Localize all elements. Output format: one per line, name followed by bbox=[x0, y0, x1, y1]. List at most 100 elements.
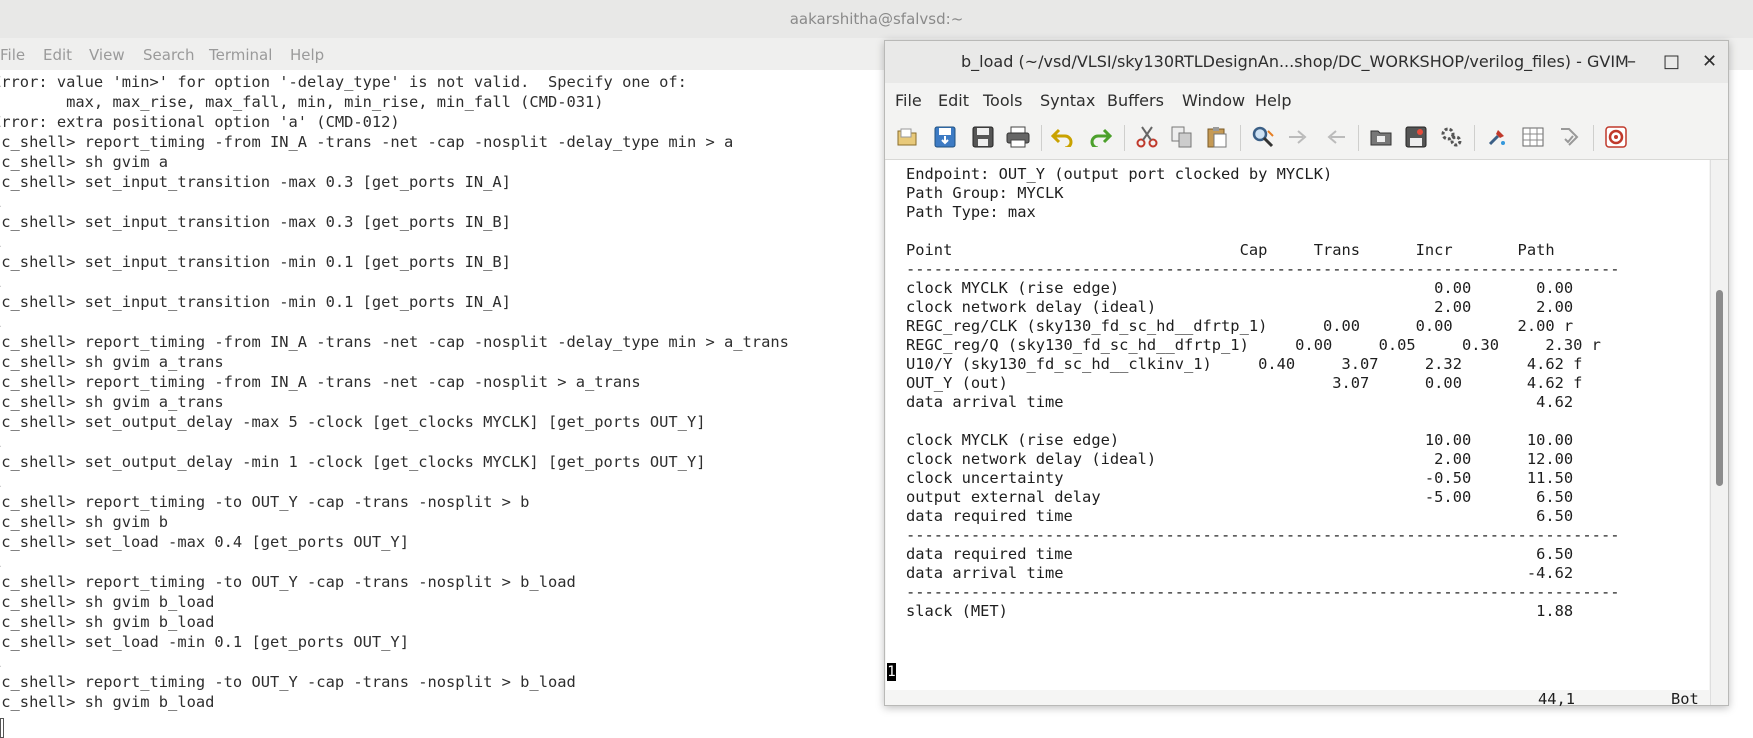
editor-line: REGC_reg/CLK (sky130_fd_sc_hd__dfrtp_1) … bbox=[906, 317, 1574, 335]
editor-line: ----------------------------------------… bbox=[906, 260, 1620, 278]
toolbar-separator bbox=[1358, 125, 1359, 151]
scroll-position: Bot bbox=[1671, 690, 1699, 708]
editor-line: Path Group: MYCLK bbox=[906, 184, 1064, 202]
gvim-menu-tools[interactable]: Tools bbox=[983, 91, 1022, 110]
editor-line: clock network delay (ideal) 2.00 2.00 bbox=[906, 298, 1574, 316]
terminal-line: 1 bbox=[0, 192, 1, 212]
terminal-line: dc_shell> report_timing -to OUT_Y -cap -… bbox=[0, 673, 576, 691]
gvim-title: b_load (~/vsd/VLSI/sky130RTLDesignAn...s… bbox=[961, 52, 1629, 71]
gvim-titlebar[interactable]: b_load (~/vsd/VLSI/sky130RTLDesignAn...s… bbox=[885, 41, 1728, 84]
toolbar-separator bbox=[1240, 125, 1241, 151]
minimize-button[interactable]: – bbox=[1627, 51, 1636, 72]
terminal-menu-terminal[interactable]: Terminal bbox=[209, 46, 272, 64]
tags-icon[interactable] bbox=[1521, 125, 1545, 149]
editor-line: slack (MET) 1.88 bbox=[906, 602, 1574, 620]
toolbar-separator bbox=[1474, 125, 1475, 151]
toolbar-separator bbox=[1593, 125, 1594, 151]
terminal-line: dc_shell> set_input_transition -max 0.3 … bbox=[0, 213, 511, 231]
terminal-line: dc_shell> sh gvim a bbox=[0, 153, 169, 171]
find-next-icon[interactable] bbox=[1287, 125, 1311, 149]
terminal-line: dc_shell> report_timing -from IN_A -tran… bbox=[0, 133, 734, 151]
terminal-menu-help[interactable]: Help bbox=[290, 46, 324, 64]
terminal-line: 1 bbox=[0, 652, 1, 672]
maximize-button[interactable]: □ bbox=[1663, 51, 1680, 72]
save-all-icon[interactable] bbox=[971, 125, 995, 149]
scrollbar-thumb[interactable] bbox=[1716, 290, 1723, 486]
gvim-menu-window[interactable]: Window bbox=[1182, 91, 1245, 110]
save-session-icon[interactable] bbox=[1404, 125, 1428, 149]
terminal-line: dc_shell> set_input_transition -max 0.3 … bbox=[0, 173, 511, 191]
terminal-line: max, max_rise, max_fall, min, min_rise, … bbox=[0, 93, 604, 111]
terminal-line: dc_shell> report_timing -to OUT_Y -cap -… bbox=[0, 573, 576, 591]
editor-line: data arrival time -4.62 bbox=[906, 564, 1574, 582]
help-icon[interactable] bbox=[1604, 125, 1628, 149]
gvim-menu-help[interactable]: Help bbox=[1255, 91, 1291, 110]
editor-line: ----------------------------------------… bbox=[906, 583, 1620, 601]
editor-line: U10/Y (sky130_fd_sc_hd__clkinv_1) 0.40 3… bbox=[906, 355, 1583, 373]
gvim-editor[interactable]: Endpoint: OUT_Y (output port clocked by … bbox=[886, 160, 1709, 708]
print-icon[interactable] bbox=[1006, 125, 1030, 149]
terminal-line: dc_shell> set_load -max 0.4 [get_ports O… bbox=[0, 533, 409, 551]
find-prev-icon[interactable] bbox=[1323, 125, 1347, 149]
toolbar-separator bbox=[1041, 125, 1042, 151]
terminal-menu-edit[interactable]: Edit bbox=[43, 46, 72, 64]
terminal-line: 1 bbox=[0, 312, 1, 332]
terminal-line: dc_shell> report_timing -to OUT_Y -cap -… bbox=[0, 493, 530, 511]
terminal-menu-view[interactable]: View bbox=[89, 46, 125, 64]
editor-line: Path Type: max bbox=[906, 203, 1036, 221]
terminal-line: 1 bbox=[0, 272, 1, 292]
terminal-line: dc_shell> sh gvim b_load bbox=[0, 613, 215, 631]
terminal-line: dc_shell> sh gvim b_load bbox=[0, 693, 215, 711]
terminal-titlebar[interactable]: aakarshitha@sfalvsd:~ bbox=[0, 0, 1753, 39]
copy-icon[interactable] bbox=[1170, 125, 1194, 149]
gvim-menubar: File Edit Tools Syntax Buffers Window He… bbox=[885, 83, 1728, 115]
terminal-line: dc_shell> sh gvim b_load bbox=[0, 593, 215, 611]
terminal-line: dc_shell> set_input_transition -min 0.1 … bbox=[0, 253, 511, 271]
terminal-line: dc_shell> report_timing -from IN_A -tran… bbox=[0, 373, 641, 391]
make-icon[interactable] bbox=[1485, 125, 1509, 149]
gvim-menu-buffers[interactable]: Buffers bbox=[1107, 91, 1164, 110]
gvim-menu-edit[interactable]: Edit bbox=[938, 91, 969, 110]
close-button[interactable]: ✕ bbox=[1702, 51, 1717, 72]
gvim-menu-file[interactable]: File bbox=[895, 91, 922, 110]
editor-line: OUT_Y (out) 3.07 0.00 4.62 f bbox=[906, 374, 1583, 392]
editor-line: clock uncertainty -0.50 11.50 bbox=[906, 469, 1574, 487]
terminal-line: 1 bbox=[0, 432, 1, 452]
terminal-line: Error: value 'min>' for option '-delay_t… bbox=[0, 73, 687, 91]
find-replace-icon[interactable] bbox=[1251, 125, 1275, 149]
paste-icon[interactable] bbox=[1205, 125, 1229, 149]
terminal-cursor bbox=[0, 718, 4, 738]
terminal-line: 1 bbox=[0, 232, 1, 252]
save-icon[interactable] bbox=[933, 125, 957, 149]
undo-icon[interactable] bbox=[1051, 125, 1075, 149]
editor-line: clock MYCLK (rise edge) 0.00 0.00 bbox=[906, 279, 1574, 297]
editor-line: clock MYCLK (rise edge) 10.00 10.00 bbox=[906, 431, 1574, 449]
redo-icon[interactable] bbox=[1088, 125, 1112, 149]
editor-line: Point Cap Trans Incr Path bbox=[906, 241, 1555, 259]
terminal-line: dc_shell> set_load -min 0.1 [get_ports O… bbox=[0, 633, 409, 651]
run-script-icon[interactable] bbox=[1439, 125, 1463, 149]
editor-line: data arrival time 4.62 bbox=[906, 393, 1574, 411]
cut-icon[interactable] bbox=[1135, 125, 1159, 149]
editor-line: Endpoint: OUT_Y (output port clocked by … bbox=[906, 165, 1333, 183]
editor-line: REGC_reg/Q (sky130_fd_sc_hd__dfrtp_1) 0.… bbox=[906, 336, 1601, 354]
cursor-position: 44,1 bbox=[1538, 690, 1576, 708]
terminal-line: dc_shell> sh gvim b bbox=[0, 513, 169, 531]
editor-line: clock network delay (ideal) 2.00 12.00 bbox=[906, 450, 1574, 468]
editor-scrollbar[interactable] bbox=[1710, 160, 1728, 705]
toolbar-separator bbox=[1124, 125, 1125, 151]
jump-icon[interactable] bbox=[1557, 125, 1581, 149]
terminal-menu-file[interactable]: File bbox=[0, 46, 25, 64]
gvim-menu-syntax[interactable]: Syntax bbox=[1040, 91, 1095, 110]
terminal-menu-search[interactable]: Search bbox=[143, 46, 195, 64]
terminal-line: dc_shell> sh gvim a_trans bbox=[0, 393, 224, 411]
gvim-toolbar bbox=[885, 115, 1728, 160]
editor-line: data required time 6.50 bbox=[906, 507, 1574, 525]
load-session-icon[interactable] bbox=[1369, 125, 1393, 149]
open-icon[interactable] bbox=[896, 125, 920, 149]
terminal-line: 1 bbox=[0, 552, 1, 572]
gvim-window[interactable]: b_load (~/vsd/VLSI/sky130RTLDesignAn...s… bbox=[884, 40, 1729, 708]
terminal-line: 1 bbox=[0, 472, 1, 492]
terminal-line: dc_shell> set_input_transition -min 0.1 … bbox=[0, 293, 511, 311]
terminal-line: dc_shell> set_output_delay -min 1 -clock… bbox=[0, 453, 706, 471]
